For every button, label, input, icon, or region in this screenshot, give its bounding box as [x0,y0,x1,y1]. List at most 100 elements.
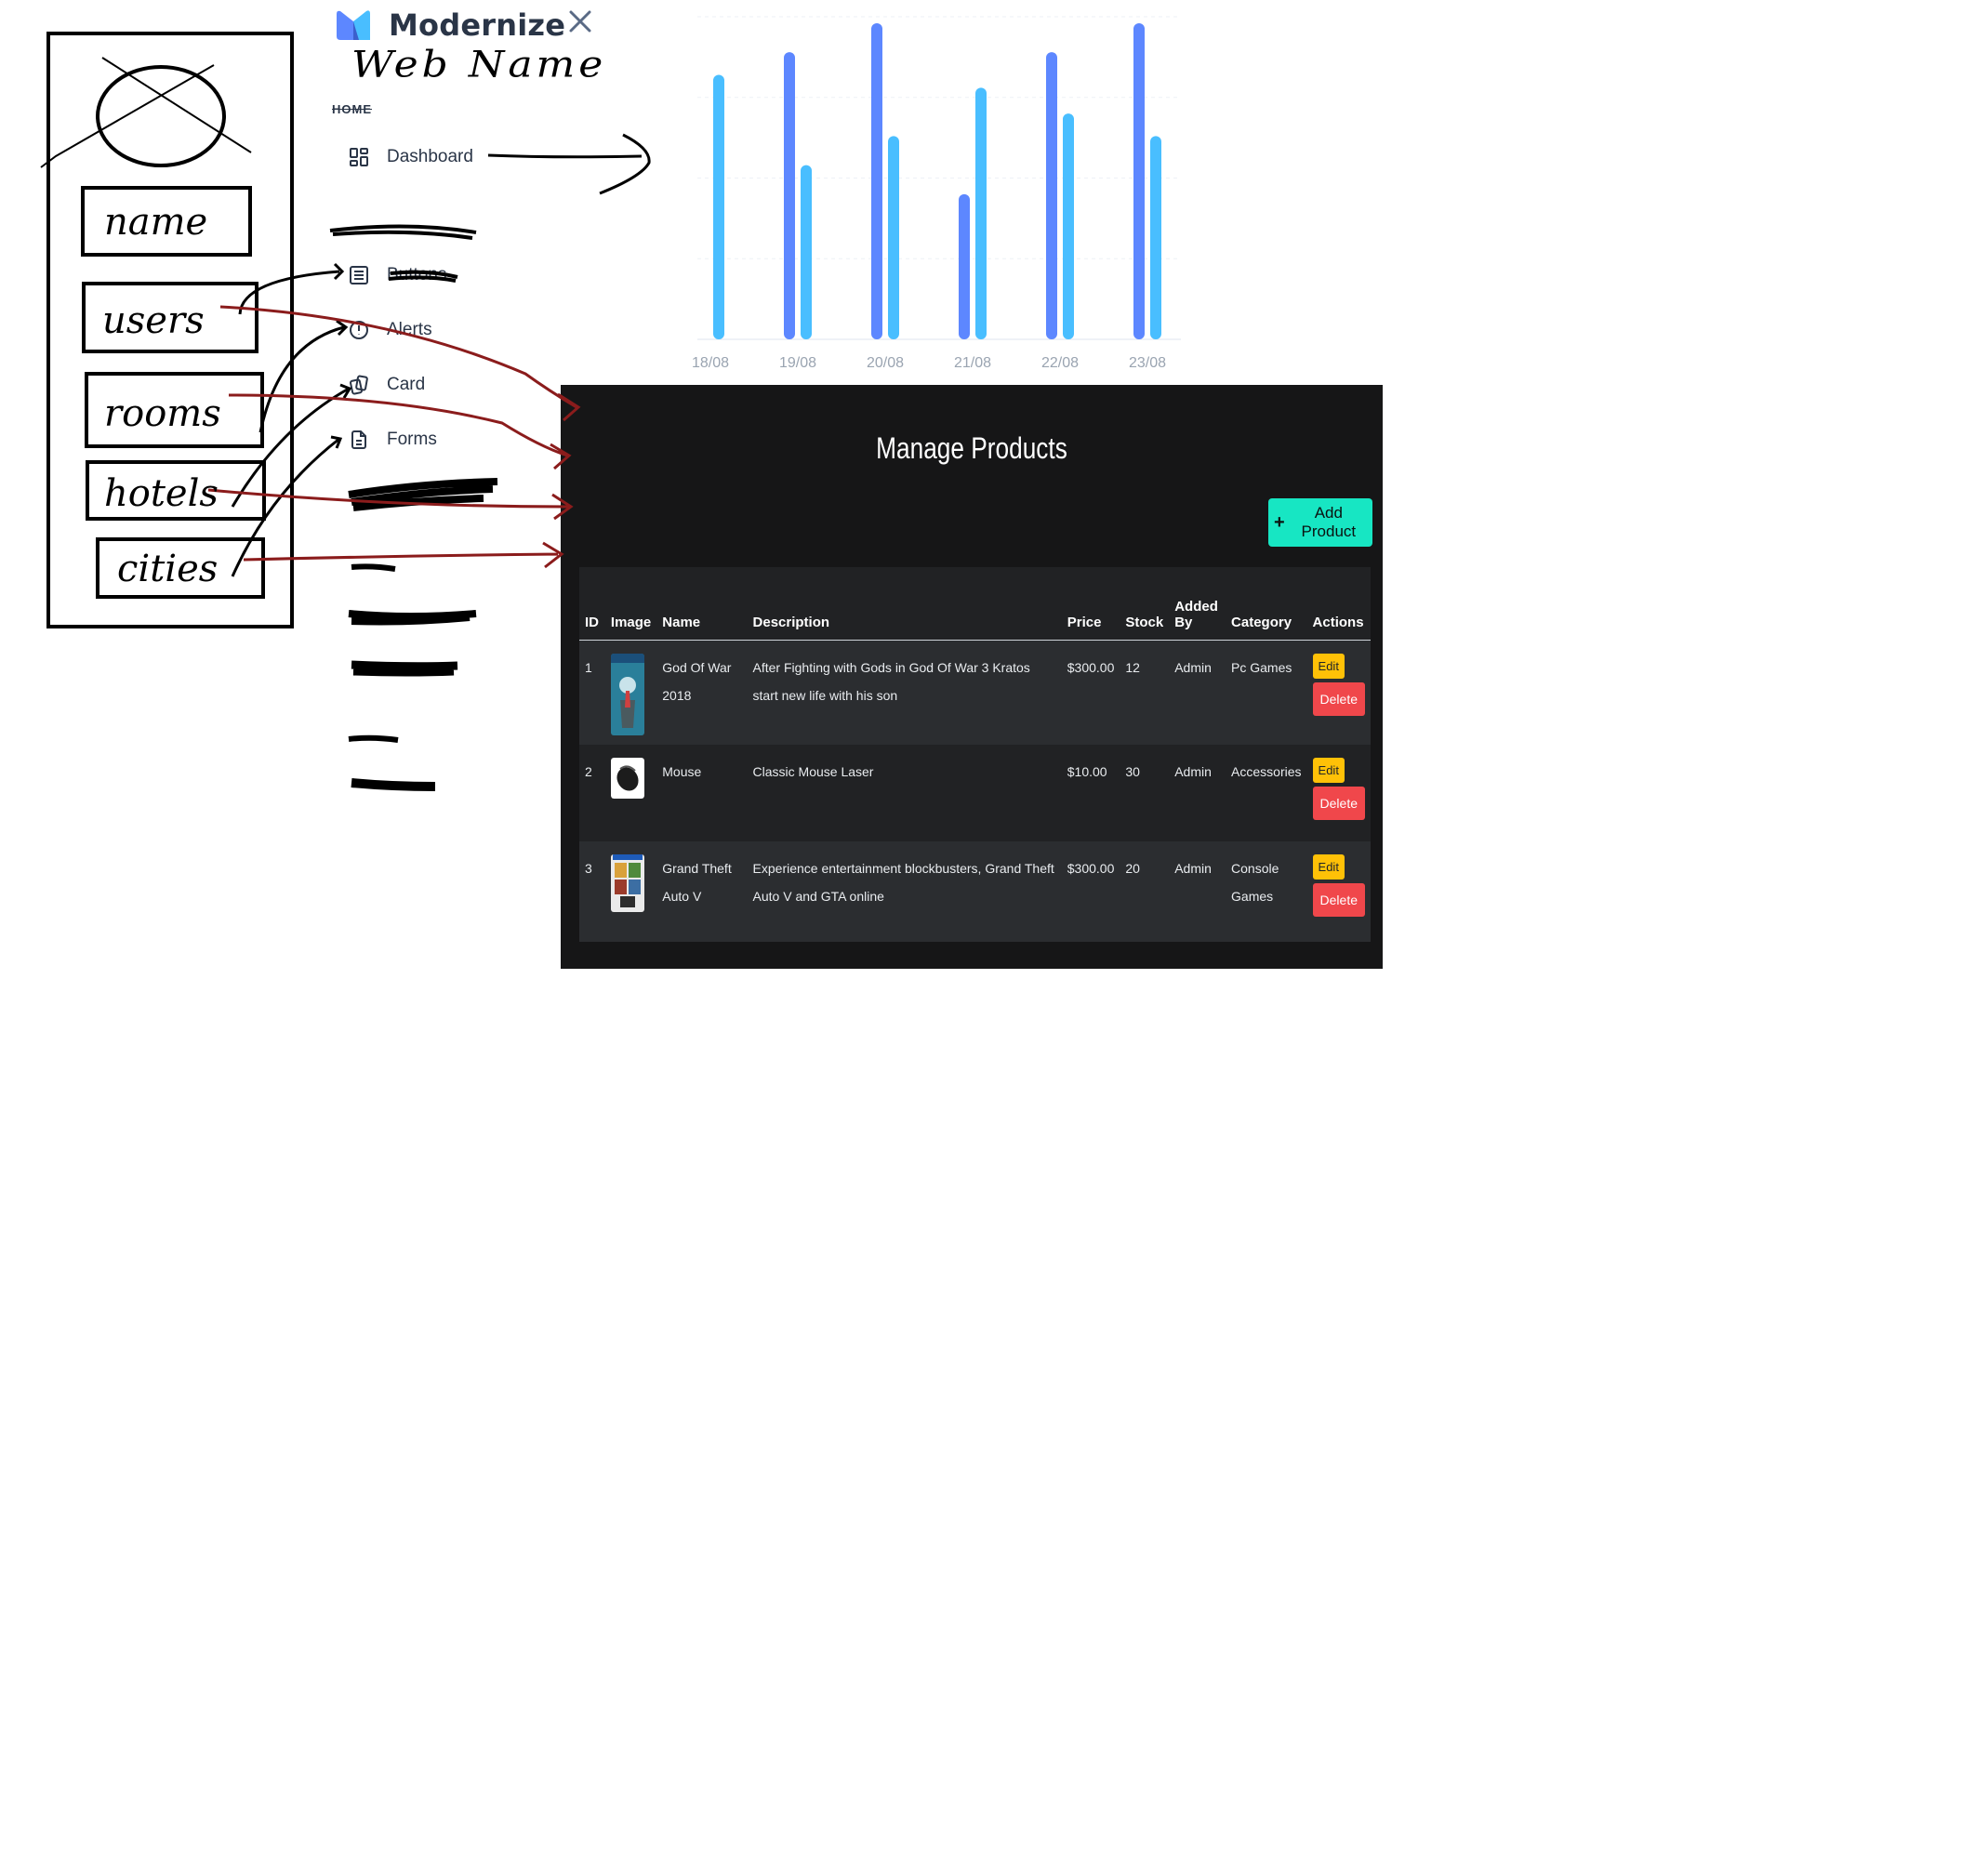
product-image-mouse [610,757,644,799]
sidebar-item-label: Alerts [387,320,432,339]
cell-image [605,745,656,841]
edit-button[interactable]: Edit [1312,853,1345,880]
cell-added-by: Admin [1174,860,1212,876]
handwritten-web-name: Web Name [351,43,607,86]
scribbled-out-entries [329,224,498,791]
col-header-price: Price [1061,567,1120,641]
wireframe-label-hotels: hotels [104,472,219,515]
table-row: 3 Grand Theft Auto V Experience entertai… [579,840,1371,942]
sidebar-item-alerts[interactable]: Alerts [348,315,432,345]
sidebar-item-forms[interactable]: Forms [348,425,437,455]
chart-bar [1063,113,1074,339]
chart-bar [871,22,882,339]
alert-circle-icon [350,321,368,339]
cell-name: God Of War 2018 [662,660,732,703]
chart-x-tick-label: 21/08 [954,355,991,371]
cell-name: Grand Theft Auto V [662,860,732,904]
sidebar-item-label: Dashboard [387,147,473,166]
dashboard-icon [350,148,368,166]
wireframe-to-sidebar-connectors [231,262,352,577]
cell-actions: Edit Delete [1307,841,1371,942]
wireframe-box-users [82,282,258,353]
brand: Modernize [335,6,565,45]
product-image-god-of-war [610,654,644,735]
cell-actions: Edit Delete [1307,641,1371,745]
list-icon [350,266,368,284]
col-header-category: Category [1226,567,1307,641]
wireframe-box-cities [96,537,265,599]
page-title: Manage Products [876,431,1067,465]
edit-button[interactable]: Edit [1312,757,1345,783]
wireframe-box-name [81,186,252,257]
cell-category: Console Games [1231,860,1279,904]
wireframe-box-rooms [85,372,264,448]
delete-button[interactable]: Delete [1312,882,1365,917]
delete-button[interactable]: Delete [1312,682,1365,716]
col-header-stock: Stock [1120,567,1170,641]
plus-icon: + [1274,512,1285,533]
chart-bar [1046,52,1057,340]
cell-id: 1 [585,660,592,675]
file-text-icon [351,430,366,449]
add-product-button[interactable]: + Add Product [1268,498,1372,547]
chart-x-tick-label: 20/08 [867,355,904,371]
chart-x-tick-label: 22/08 [1041,355,1079,371]
wireframe-avatar-placeholder [96,65,226,167]
wireframe-label-rooms: rooms [104,392,221,435]
wireframe-frame [46,32,294,628]
edit-button[interactable]: Edit [1312,654,1345,679]
table-header-row: ID Image Name Description Price Stock Ad… [579,567,1371,641]
sidebar-item-card[interactable]: Card [348,370,425,400]
col-header-id: ID [579,567,605,641]
chart-x-tick-label: 19/08 [779,355,816,371]
add-product-label: Add Product [1301,504,1357,540]
delete-button[interactable]: Delete [1312,786,1365,820]
chart-bar [713,74,724,340]
wireframe-box-hotels [86,460,266,521]
col-header-description: Description [747,567,1062,641]
products-table: ID Image Name Description Price Stock Ad… [579,567,1371,942]
chart-bar [784,52,795,340]
chart-bar [1133,22,1145,339]
wireframe-label-cities: cities [117,548,218,590]
product-image-gta-v [610,853,644,912]
table-row: 1 God Of War 2018 After Fighting with Go… [579,640,1371,745]
chart-bar [975,87,987,339]
modernize-logo-icon [337,10,370,41]
manage-products-panel: Manage Products + Add Product ID Image N… [561,385,1383,969]
cell-added-by: Admin [1174,763,1212,779]
cell-id: 3 [585,860,592,876]
table-row: 2 Mouse Classic Mouse Laser $10.00 30 Ad… [579,744,1371,841]
cell-description: Classic Mouse Laser [752,763,874,779]
cell-price: $10.00 [1067,763,1107,779]
cell-price: $300.00 [1067,660,1115,675]
wireframe-label-users: users [102,299,205,342]
cell-stock: 12 [1125,660,1140,675]
cell-category: Accessories [1231,763,1302,779]
chart-bar [1150,136,1161,339]
sidebar-item-label: Card [387,375,426,394]
brand-name: Modernize [389,7,566,43]
wireframe-avatar-cross [40,57,252,168]
nav-section-home: HOME [332,102,372,116]
sidebar-item-label: Buttons [387,265,447,284]
cell-image [605,641,656,745]
sidebar-item-dashboard[interactable]: Dashboard [348,142,473,172]
cell-name: Mouse [662,763,702,779]
products-table-container: ID Image Name Description Price Stock Ad… [579,567,1371,942]
cell-category: Pc Games [1231,660,1292,675]
cell-added-by: Admin [1174,660,1212,675]
sidebar-item-buttons[interactable]: Buttons [348,260,446,290]
bar-chart: 18/08 19/08 20/08 21/08 22/08 23/08 [688,0,1190,381]
close-icon[interactable] [566,7,594,35]
chart-x-tick-label: 18/08 [692,355,729,371]
cell-price: $300.00 [1067,860,1115,876]
wireframe-label-name: name [104,201,207,244]
chart-bar [801,165,812,339]
wireframe-handwritten-labels: name users rooms hotels cities [102,201,221,590]
cell-id: 2 [585,763,592,779]
sidebar-item-label: Forms [387,430,437,449]
dashboard-arrow [487,133,651,195]
cell-description: Experience entertainment blockbusters, G… [752,860,1054,904]
chart-x-tick-label: 23/08 [1129,355,1166,371]
